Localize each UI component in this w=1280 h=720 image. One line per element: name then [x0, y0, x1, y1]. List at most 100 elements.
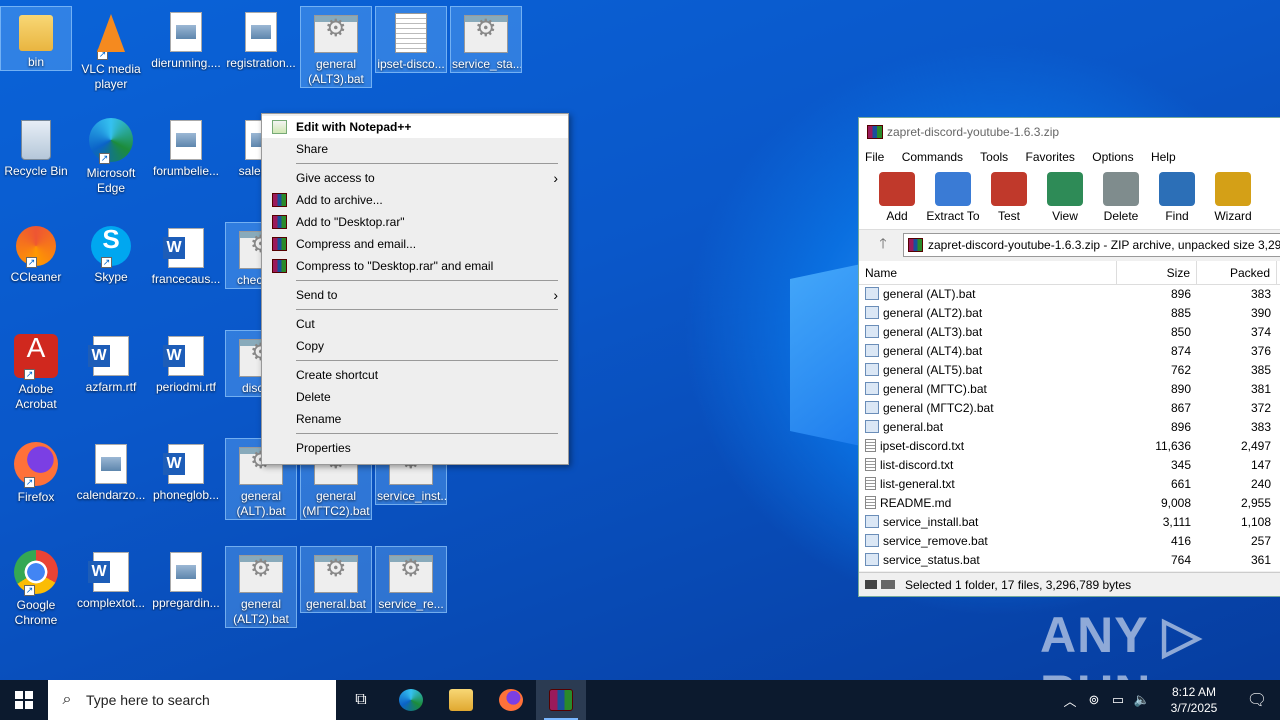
desktop-icon[interactable]: periodmi.rtf — [150, 330, 222, 395]
search-box[interactable]: ⌕ Type here to search — [48, 680, 336, 720]
menu-create-shortcut[interactable]: Create shortcut — [262, 364, 568, 386]
menu-rename[interactable]: Rename — [262, 408, 568, 430]
menu-separator — [296, 163, 558, 164]
tool-extract-to[interactable]: Extract To — [925, 168, 981, 229]
file-packed: 376 — [1250, 344, 1271, 358]
table-row[interactable]: service_status.bat 764 361 — [859, 551, 1280, 570]
desktop-icon[interactable]: ↗ Adobe Acrobat — [0, 330, 72, 412]
table-row[interactable]: general.bat 896 383 — [859, 418, 1280, 437]
file-packed: 381 — [1250, 382, 1271, 396]
test-icon — [991, 172, 1027, 206]
desktop-icon[interactable]: Recycle Bin — [0, 114, 72, 179]
desktop-icon[interactable]: ↗ Firefox — [0, 438, 72, 505]
menu-copy[interactable]: Copy — [262, 335, 568, 357]
column-name[interactable]: Name — [859, 261, 1117, 284]
tool-find[interactable]: Find — [1149, 168, 1205, 229]
start-button[interactable] — [0, 680, 48, 720]
tool-label: Extract To — [926, 209, 980, 223]
menu-commands[interactable]: Commands — [902, 150, 963, 164]
desktop-icon[interactable]: complextot... — [75, 546, 147, 611]
desktop-icon[interactable]: service_re... — [375, 546, 447, 613]
menu-edit-notepad[interactable]: Edit with Notepad++ — [262, 116, 568, 138]
file-packed: 147 — [1250, 458, 1271, 472]
tool-label: Test — [997, 209, 1020, 223]
table-row[interactable]: general (ALT3).bat 850 374 — [859, 323, 1280, 342]
menu-send-to[interactable]: Send to › — [262, 284, 568, 306]
table-row[interactable]: list-general.txt 661 240 — [859, 475, 1280, 494]
menu-add-archive[interactable]: Add to archive... — [262, 189, 568, 211]
windows-logo-icon — [15, 691, 33, 709]
menu-compress-email[interactable]: Compress and email... — [262, 233, 568, 255]
table-row[interactable]: README.md 9,008 2,955 — [859, 494, 1280, 513]
table-row[interactable]: ipset-discord.txt 11,636 2,497 — [859, 437, 1280, 456]
table-row[interactable]: general (ALT5).bat 762 385 — [859, 361, 1280, 380]
desktop-icon[interactable]: francecaus... — [150, 222, 222, 287]
desktop-icon[interactable]: ↗ VLC media player — [75, 6, 147, 92]
desktop-icon[interactable]: ↗ CCleaner — [0, 222, 72, 285]
menu-options[interactable]: Options — [1092, 150, 1133, 164]
clock[interactable]: 8:12 AM 3/7/2025 — [1154, 684, 1234, 716]
table-row[interactable]: general (МГТС).bat 890 381 — [859, 380, 1280, 399]
usb-icon[interactable]: ⊚ — [1082, 692, 1106, 708]
desktop-icon[interactable]: general.bat — [300, 546, 372, 613]
desktop-icon[interactable]: general (ALT3).bat — [300, 6, 372, 88]
word-icon — [163, 336, 204, 376]
desktop-icon[interactable]: calendarzo... — [75, 438, 147, 503]
network-icon[interactable]: ▭ — [1106, 692, 1130, 708]
table-row[interactable]: general (ALT).bat 896 383 — [859, 285, 1280, 304]
column-size[interactable]: Size — [1117, 261, 1197, 284]
menu-file[interactable]: File — [865, 150, 884, 164]
desktop-icon[interactable]: ipset-disco... — [375, 6, 447, 73]
table-row[interactable]: service_install.bat 3,111 1,108 — [859, 513, 1280, 532]
table-row[interactable]: general (МГТС2).bat 867 372 — [859, 399, 1280, 418]
menu-add-desktop-rar[interactable]: Add to "Desktop.rar" — [262, 211, 568, 233]
menu-share[interactable]: Share — [262, 138, 568, 160]
desktop-icon[interactable]: bin — [0, 6, 72, 71]
table-row[interactable]: service_remove.bat 416 257 — [859, 532, 1280, 551]
desktop-icon[interactable]: registration... — [225, 6, 297, 71]
desktop-icon[interactable]: ↗ Microsoft Edge — [75, 114, 147, 196]
desktop-icon[interactable]: forumbelie... — [150, 114, 222, 179]
desktop-icon[interactable]: phoneglob... — [150, 438, 222, 503]
menu-help[interactable]: Help — [1151, 150, 1176, 164]
desktop-icon[interactable]: ↗ Google Chrome — [0, 546, 72, 628]
text-file-icon — [865, 439, 876, 452]
desktop-icon[interactable]: ↗ Skype — [75, 222, 147, 285]
menu-give-access[interactable]: Give access to › — [262, 167, 568, 189]
desktop-icon[interactable]: general (ALT2).bat — [225, 546, 297, 628]
taskbar-edge[interactable] — [386, 680, 436, 720]
tool-wizard[interactable]: Wizard — [1205, 168, 1261, 229]
menu-cut[interactable]: Cut — [262, 313, 568, 335]
table-row[interactable]: general (ALT2).bat 885 390 — [859, 304, 1280, 323]
task-view-button[interactable]: ⧉ — [336, 680, 386, 720]
chevron-up-icon[interactable]: ︿ — [1058, 691, 1082, 710]
tool-add[interactable]: Add — [869, 168, 925, 229]
menu-compress-rar-email[interactable]: Compress to "Desktop.rar" and email — [262, 255, 568, 277]
file-size: 416 — [1170, 534, 1191, 548]
menu-delete[interactable]: Delete — [262, 386, 568, 408]
path-field[interactable]: zapret-discord-youtube-1.6.3.zip - ZIP a… — [903, 233, 1280, 257]
edge-icon: ↗ — [89, 118, 133, 164]
volume-icon[interactable]: 🔈 — [1130, 692, 1154, 708]
up-arrow-icon[interactable]: 🡑 — [863, 233, 903, 257]
menu-favorites[interactable]: Favorites — [1026, 150, 1075, 164]
desktop-icon[interactable]: service_sta... — [450, 6, 522, 73]
menu-tools[interactable]: Tools — [980, 150, 1008, 164]
notification-icon[interactable]: 🗨 — [1234, 690, 1280, 710]
column-packed[interactable]: Packed — [1197, 261, 1277, 284]
desktop-icon[interactable]: azfarm.rtf — [75, 330, 147, 395]
tool-view[interactable]: View — [1037, 168, 1093, 229]
desktop-icon[interactable]: dierunning.... — [150, 6, 222, 71]
menu-properties[interactable]: Properties — [262, 437, 568, 459]
tool-test[interactable]: Test — [981, 168, 1037, 229]
desktop-icon[interactable]: ppregardin... — [150, 546, 222, 611]
window-title-bar[interactable]: zapret-discord-youtube-1.6.3.zip — [859, 118, 1280, 146]
table-row[interactable]: general (ALT4).bat 874 376 — [859, 342, 1280, 361]
tool-delete[interactable]: Delete — [1093, 168, 1149, 229]
winrar-icon — [272, 215, 287, 229]
file-name: list-general.txt — [859, 475, 1117, 494]
taskbar-winrar[interactable] — [536, 680, 586, 720]
taskbar-firefox[interactable] — [486, 680, 536, 720]
table-row[interactable]: list-discord.txt 345 147 — [859, 456, 1280, 475]
taskbar-explorer[interactable] — [436, 680, 486, 720]
